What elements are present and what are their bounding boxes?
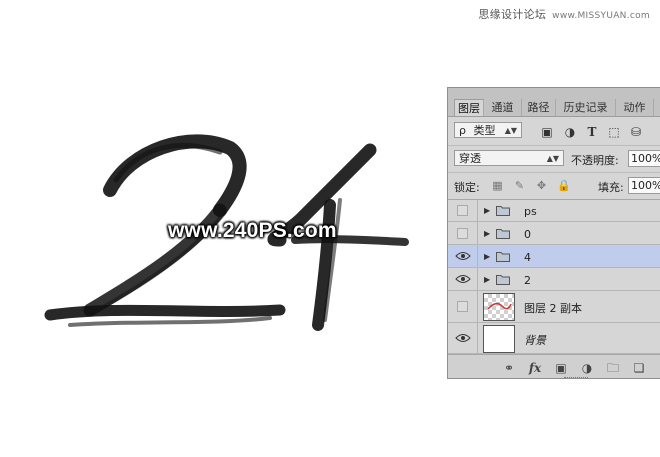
new-group-icon[interactable]: 🗀 [606, 361, 620, 375]
folder-icon [496, 229, 510, 239]
tab-layers[interactable]: 图层 [454, 99, 484, 116]
watermark-text: www.240PS.com [168, 219, 337, 242]
layer-name: ps [524, 205, 537, 218]
layer-name: 背景 [524, 334, 546, 347]
filter-kind-select[interactable]: ρ 类型 ▲▼ [454, 122, 522, 138]
lock-label: 锁定: [454, 181, 480, 194]
brush-thumbnail-icon [487, 302, 512, 310]
lock-row: 锁定: ▦ ✎ ✥ 🔒 填充: 100% [448, 173, 660, 200]
expand-arrow-icon[interactable]: ▶ [484, 252, 490, 261]
search-icon: ρ [459, 124, 466, 137]
updown-arrow-icon: ▲▼ [504, 126, 517, 135]
type-filter-icon[interactable]: T [585, 125, 599, 139]
layer-row-2[interactable]: ▶ 2 [448, 268, 660, 291]
layers-panel: 图层 通道 路径 历史记录 动作 ρ 类型 ▲▼ ▣ ◑ T ⬚ ⛁ 穿透 ▲▼… [447, 87, 660, 379]
tab-channels[interactable]: 通道 [484, 99, 522, 116]
panel-tab-bar: 图层 通道 路径 历史记录 动作 [448, 88, 660, 117]
visibility-toggle-off[interactable] [457, 205, 468, 216]
eye-icon[interactable] [455, 251, 471, 261]
layer-name: 0 [524, 228, 531, 241]
layer-row-background[interactable]: 背景 [448, 323, 660, 354]
folder-icon [496, 206, 510, 216]
eye-icon[interactable] [455, 333, 471, 343]
expand-arrow-icon[interactable]: ▶ [484, 229, 490, 238]
smart-object-filter-icon[interactable]: ⛁ [629, 125, 643, 139]
expand-arrow-icon[interactable]: ▶ [484, 206, 490, 215]
visibility-cell[interactable] [448, 222, 478, 244]
visibility-toggle-off[interactable] [457, 301, 468, 312]
new-layer-icon[interactable]: ❏ [632, 361, 646, 375]
lock-position-icon[interactable]: ✥ [535, 179, 548, 192]
visibility-cell[interactable] [448, 323, 478, 353]
add-mask-icon[interactable]: ▣ [554, 361, 568, 375]
folder-icon [496, 275, 510, 285]
adjustment-filter-icon[interactable]: ◑ [563, 125, 577, 139]
site-name: 思缘设计论坛 [478, 8, 547, 21]
layer-name: 图层 2 副本 [524, 302, 582, 315]
filter-kind-label: 类型 [473, 124, 496, 137]
adjustment-layer-icon[interactable]: ◑ [580, 361, 594, 375]
resize-grip[interactable] [564, 377, 588, 378]
visibility-toggle-off[interactable] [457, 228, 468, 239]
image-filter-icon[interactable]: ▣ [540, 125, 554, 139]
visibility-cell[interactable] [448, 200, 478, 221]
link-layers-icon[interactable]: ⚭ [502, 361, 516, 375]
shape-filter-icon[interactable]: ⬚ [607, 125, 621, 139]
blend-row: 穿透 ▲▼ 不透明度: 100% [448, 146, 660, 173]
expand-arrow-icon[interactable]: ▶ [484, 275, 490, 284]
lock-all-icon[interactable]: 🔒 [557, 179, 571, 192]
layer-name: 2 [524, 274, 531, 287]
opacity-input[interactable]: 100% [628, 150, 660, 167]
tab-actions[interactable]: 动作 [616, 99, 654, 116]
visibility-cell[interactable] [448, 291, 478, 322]
lock-image-pixels-icon[interactable]: ✎ [513, 179, 526, 192]
site-header: 思缘设计论坛 www.MISSYUAN.com [478, 6, 650, 22]
opacity-label: 不透明度: [571, 154, 619, 167]
folder-icon [496, 252, 510, 262]
panel-footer: ⚭ fx ▣ ◑ 🗀 ❏ [448, 354, 660, 378]
layer-row-ps[interactable]: ▶ ps [448, 200, 660, 222]
visibility-cell[interactable] [448, 268, 478, 290]
tab-history[interactable]: 历史记录 [556, 99, 616, 116]
fill-label: 填充: [598, 181, 624, 194]
layer-list: ▶ ps ▶ 0 ▶ 4 ▶ 2 图层 2 副本 背景 [448, 200, 660, 354]
eye-icon[interactable] [455, 274, 471, 284]
filter-row: ρ 类型 ▲▼ ▣ ◑ T ⬚ ⛁ [448, 117, 660, 146]
visibility-cell[interactable] [448, 245, 478, 267]
site-url: www.MISSYUAN.com [552, 11, 650, 21]
lock-transparent-pixels-icon[interactable]: ▦ [491, 179, 504, 192]
blend-mode-select[interactable]: 穿透 ▲▼ [454, 150, 564, 166]
layer-thumbnail [483, 325, 515, 353]
blend-mode-value: 穿透 [459, 152, 481, 165]
tab-paths[interactable]: 路径 [522, 99, 556, 116]
layer-thumbnail [483, 293, 515, 321]
fx-icon[interactable]: fx [528, 361, 542, 375]
fill-input[interactable]: 100% [628, 177, 660, 194]
layer-name: 4 [524, 251, 531, 264]
updown-arrow-icon: ▲▼ [546, 154, 559, 163]
layer-row-4[interactable]: ▶ 4 [448, 245, 660, 268]
layer-row-0[interactable]: ▶ 0 [448, 222, 660, 245]
layer-row-layer2-copy[interactable]: 图层 2 副本 [448, 291, 660, 323]
